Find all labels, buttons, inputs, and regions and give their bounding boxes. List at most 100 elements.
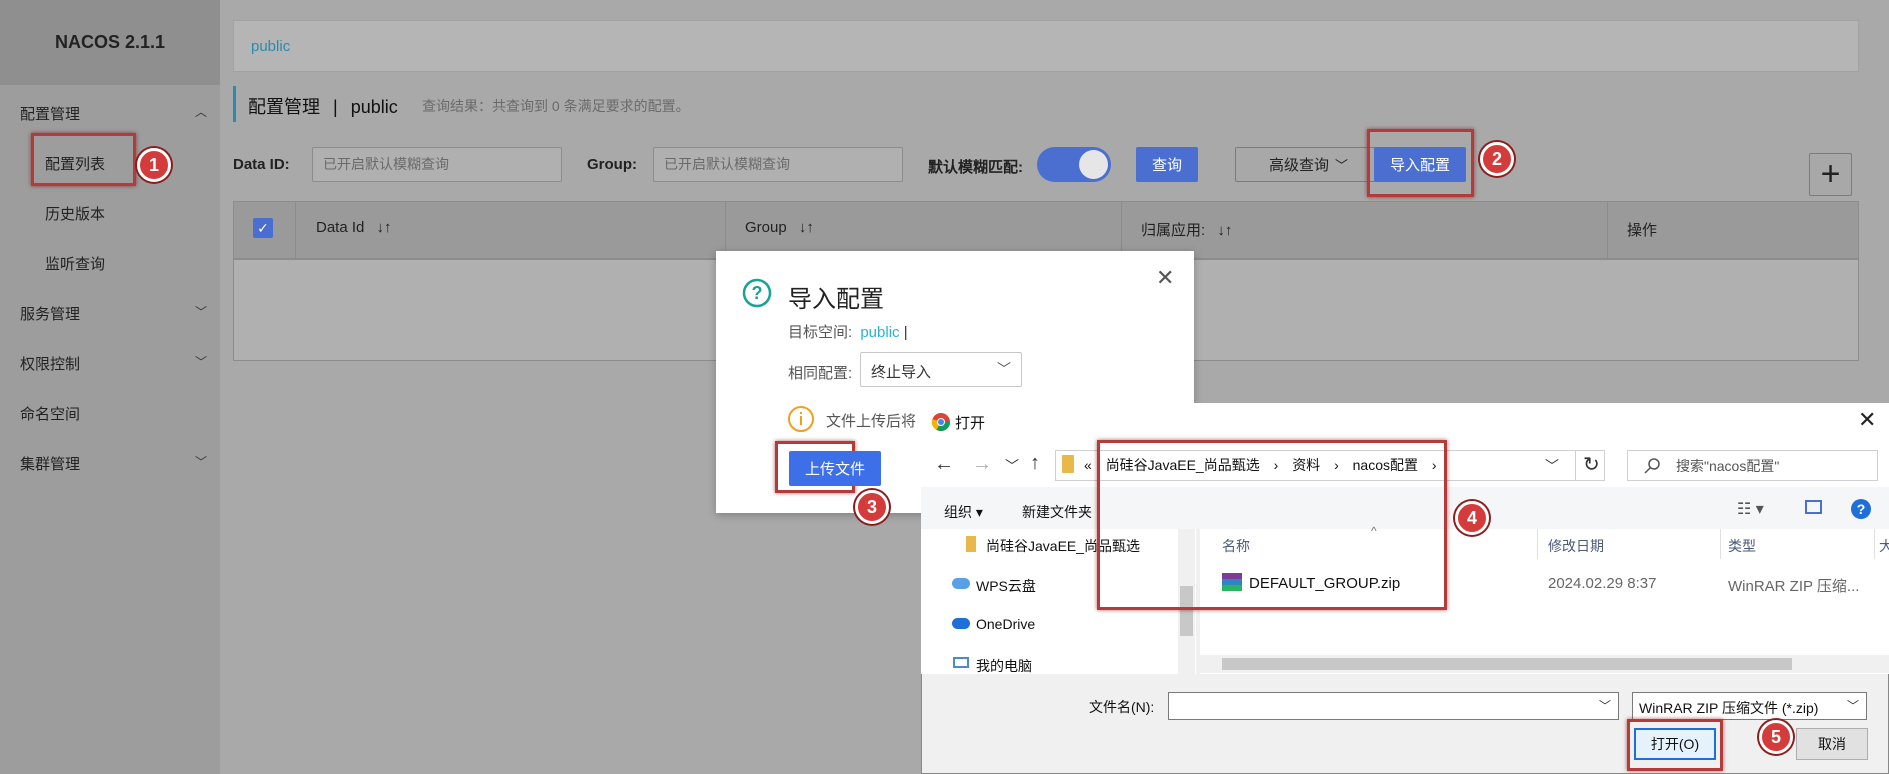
highlight-box-4 (1097, 440, 1447, 610)
organize-menu[interactable]: 组织 ▾ (944, 502, 983, 522)
dataid-input[interactable]: 已开启默认模糊查询 (312, 147, 562, 182)
same-config-label: 相同配置: (788, 365, 853, 382)
recent-dropdown-icon[interactable]: ﹀ (1005, 456, 1019, 476)
column-header-date[interactable]: 修改日期 (1548, 536, 1604, 556)
upload-file-button[interactable]: 上传文件 (789, 451, 881, 486)
step-badge-4: 4 (1455, 501, 1489, 535)
column-title: Group (745, 219, 787, 236)
folder-icon (1062, 455, 1074, 473)
refresh-icon[interactable]: ↻ (1583, 452, 1600, 477)
sidebar-item-config-list[interactable]: 配置列表 (45, 153, 105, 174)
nav-item-wps-cloud[interactable]: WPS云盘 (976, 576, 1036, 596)
chevron-down-icon: ﹀ (1335, 158, 1349, 173)
title-separator: | (333, 97, 338, 117)
step-badge-1: 1 (137, 148, 171, 182)
filename-input[interactable]: ﹀ (1168, 692, 1619, 720)
import-config-button[interactable]: 导入配置 (1374, 147, 1466, 182)
advanced-query-label: 高级查询 (1268, 157, 1329, 174)
chevron-down-icon[interactable]: ﹀ (1545, 456, 1559, 476)
chevron-down-icon: ﹀ (997, 361, 1011, 377)
brand-title: NACOS 2.1.1 (0, 0, 220, 85)
namespace-link-public[interactable]: public (251, 38, 290, 55)
column-divider (1874, 529, 1875, 559)
help-icon[interactable]: ? (1851, 499, 1871, 519)
namespace-bar (233, 20, 1859, 72)
column-header-dataid[interactable]: Data Id ↓↑ (316, 219, 392, 236)
column-header-size[interactable]: 大 (1879, 536, 1889, 556)
sidebar-item-history[interactable]: 历史版本 (45, 203, 105, 224)
chevron-down-icon: ﹀ (195, 305, 208, 319)
add-config-button[interactable]: + (1809, 153, 1852, 196)
sidebar-item-listener[interactable]: 监听查询 (45, 253, 105, 274)
close-icon[interactable]: ✕ (1156, 265, 1174, 291)
chevron-down-icon: ﹀ (1599, 699, 1612, 713)
chevron-down-icon: ﹀ (195, 455, 208, 469)
column-header-type[interactable]: 类型 (1728, 536, 1756, 556)
step-badge-3: 3 (855, 490, 889, 524)
toggle-knob (1079, 150, 1108, 179)
filetype-value: WinRAR ZIP 压缩文件 (*.zip) (1639, 700, 1819, 716)
page-title-namespace: public (350, 97, 398, 117)
warning-icon (788, 406, 814, 432)
column-divider (1537, 529, 1538, 559)
select-all-checkbox[interactable]: ✓ (253, 218, 273, 238)
close-icon[interactable]: ✕ (1858, 407, 1876, 433)
column-header-app[interactable]: 归属应用: ↓↑ (1141, 219, 1232, 240)
onedrive-icon (952, 618, 970, 629)
sort-icon[interactable]: ↓↑ (799, 219, 814, 236)
sidebar-item-service-management[interactable]: 服务管理 ﹀ (20, 303, 210, 324)
file-type: WinRAR ZIP 压缩... (1728, 578, 1860, 595)
result-summary: 查询结果：共查询到 0 条满足要求的配置。 (422, 98, 690, 114)
help-icon: ? (742, 278, 772, 308)
column-divider (295, 201, 296, 259)
column-divider (1720, 529, 1721, 559)
sidebar-item-label: 集群管理 (20, 456, 81, 473)
filename-label: 文件名(N): (1089, 699, 1155, 715)
open-button[interactable]: 打开(O) (1634, 728, 1716, 760)
computer-icon (953, 657, 969, 668)
filetype-select[interactable]: WinRAR ZIP 压缩文件 (*.zip) ﹀ (1632, 692, 1867, 720)
breadcrumb-overflow[interactable]: « (1084, 457, 1092, 473)
dialog-titlebar (921, 403, 1889, 443)
sidebar-item-cluster-management[interactable]: 集群管理 ﹀ (20, 453, 210, 474)
title-accent-bar (233, 86, 236, 122)
search-icon (1644, 458, 1660, 474)
target-value: public (860, 324, 900, 341)
sidebar-item-label: 配置管理 (20, 106, 81, 123)
nav-item-onedrive[interactable]: OneDrive (976, 616, 1035, 632)
query-button[interactable]: 查询 (1136, 147, 1198, 182)
up-arrow-icon[interactable]: ↑ (1030, 452, 1040, 475)
column-title: 归属应用: (1141, 222, 1206, 239)
sidebar-item-access-control[interactable]: 权限控制 ﹀ (20, 353, 210, 374)
step-badge-5: 5 (1759, 720, 1793, 754)
search-placeholder: 搜索"nacos配置" (1676, 458, 1780, 474)
preview-pane-icon[interactable] (1805, 500, 1822, 514)
svg-text:?: ? (752, 283, 763, 303)
upload-warning-text: 文件上传后将 (826, 413, 917, 430)
group-label: Group: (587, 156, 637, 173)
sidebar-item-label: 权限控制 (20, 356, 81, 373)
same-config-value: 终止导入 (871, 364, 932, 381)
fuzzy-toggle[interactable] (1037, 147, 1111, 182)
advanced-query-button[interactable]: 高级查询 ﹀ (1235, 147, 1382, 182)
back-arrow-icon[interactable]: ← (934, 453, 954, 476)
column-header-group[interactable]: Group ↓↑ (745, 219, 814, 236)
chrome-icon (931, 413, 950, 432)
view-options-icon[interactable]: ☷ ▾ (1737, 499, 1764, 519)
sidebar-item-config-management[interactable]: 配置管理 ︿ (20, 103, 210, 124)
same-config-select[interactable]: 终止导入 ﹀ (860, 352, 1022, 387)
target-namespace-row: 目标空间: public | (788, 324, 908, 341)
nav-item-my-computer[interactable]: 我的电脑 (976, 656, 1032, 676)
dialog-title: 打开 (955, 415, 986, 432)
forward-arrow-icon[interactable]: → (972, 453, 992, 476)
chevron-down-icon: ﹀ (195, 355, 208, 369)
sort-icon[interactable]: ↓↑ (377, 219, 392, 236)
file-date: 2024.02.29 8:37 (1548, 575, 1657, 592)
group-input[interactable]: 已开启默认模糊查询 (653, 147, 903, 182)
cancel-button[interactable]: 取消 (1796, 728, 1868, 760)
horizontal-scrollbar-thumb[interactable] (1222, 658, 1792, 670)
sidebar-item-namespace[interactable]: 命名空间 (20, 403, 80, 424)
sort-icon[interactable]: ↓↑ (1217, 222, 1232, 239)
new-folder-button[interactable]: 新建文件夹 (1022, 502, 1092, 522)
folder-icon (966, 536, 976, 552)
